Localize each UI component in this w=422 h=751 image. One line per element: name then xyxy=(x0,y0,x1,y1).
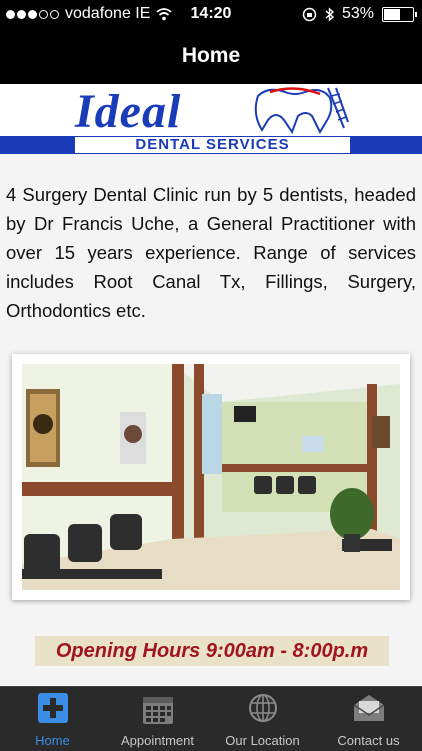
status-bar: vodafone IE 14:20 53% xyxy=(0,0,422,30)
bluetooth-icon xyxy=(325,6,334,22)
tab-appointment[interactable]: Appointment xyxy=(105,687,210,751)
clinic-logo: Ideal DENTAL SERVICES xyxy=(0,84,422,154)
plus-icon xyxy=(37,693,68,723)
logo-wordmark: Ideal xyxy=(75,85,182,138)
status-right: 53% xyxy=(302,5,417,23)
calendar-icon xyxy=(142,697,173,724)
navigation-bar: Home xyxy=(0,30,422,84)
envelope-icon xyxy=(353,695,384,721)
rotation-lock-icon xyxy=(302,7,317,21)
tab-label: Home xyxy=(35,733,70,748)
tooth-icon xyxy=(254,87,349,134)
tab-bar: Home Appointment Our Location Contact us xyxy=(0,686,422,751)
opening-hours: Opening Hours 9:00am - 8:00p.m xyxy=(35,636,389,666)
clinic-photo xyxy=(12,354,410,600)
page-title: Home xyxy=(181,44,241,67)
tab-label: Our Location xyxy=(225,733,300,748)
logo-band: DENTAL SERVICES xyxy=(0,136,422,154)
clinic-description: 4 Surgery Dental Clinic run by 5 dentist… xyxy=(6,184,416,321)
tab-label: Contact us xyxy=(337,733,400,748)
tab-label: Appointment xyxy=(121,733,194,748)
tab-home[interactable]: Home xyxy=(0,687,105,751)
battery-icon xyxy=(382,6,417,22)
tab-contact-us[interactable]: Contact us xyxy=(315,687,422,751)
main-content[interactable]: Ideal DENTAL SERVICES 4 Surgery Dental C… xyxy=(0,84,422,686)
globe-icon xyxy=(248,694,277,722)
logo-subtitle: DENTAL SERVICES xyxy=(75,137,350,153)
battery-percent: 53% xyxy=(341,5,374,22)
waiting-room-image xyxy=(22,364,400,590)
tab-our-location[interactable]: Our Location xyxy=(210,687,315,751)
